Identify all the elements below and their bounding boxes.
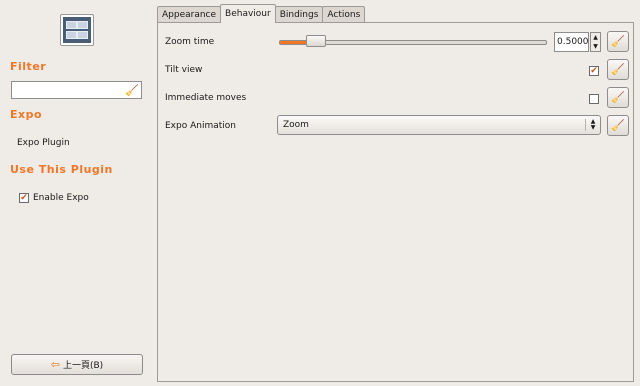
tilt-view-reset-button[interactable]: 🧹 — [607, 59, 629, 80]
immediate-moves-label: Immediate moves — [165, 93, 247, 103]
slider-thumb[interactable] — [305, 35, 326, 47]
filter-input[interactable]: 🧹 — [11, 81, 142, 99]
expo-animation-label: Expo Animation — [165, 121, 236, 131]
expo-plugin-icon — [60, 14, 94, 46]
broom-icon: 🧹 — [611, 119, 625, 132]
tilt-view-checkbox[interactable]: ✔ — [589, 66, 599, 76]
broom-icon: 🧹 — [611, 91, 625, 104]
filter-title: Filter — [10, 60, 47, 73]
tab-actions[interactable]: Actions — [322, 6, 366, 23]
zoom-time-label: Zoom time — [165, 37, 215, 47]
sidebar: Filter 🧹 Expo Expo Plugin Use This Plugi… — [0, 0, 152, 386]
tab-bar: Appearance Behaviour Bindings Actions — [157, 4, 366, 23]
tilt-view-label: Tilt view — [165, 65, 203, 75]
expo-animation-reset-button[interactable]: 🧹 — [607, 115, 629, 136]
expo-animation-select[interactable]: Zoom ▲ ▼ — [277, 115, 601, 135]
enable-plugin-toggle[interactable]: ✔ Enable Expo — [19, 193, 89, 203]
immediate-moves-reset-button[interactable]: 🧹 — [607, 87, 629, 108]
back-button-label: 上一頁(B) — [63, 361, 104, 371]
plugin-section-title: Expo — [10, 108, 43, 121]
clear-filter-icon[interactable]: 🧹 — [125, 84, 139, 97]
enable-plugin-label: Enable Expo — [33, 193, 89, 203]
broom-icon: 🧹 — [611, 35, 625, 48]
spin-up-icon[interactable]: ▲ — [593, 34, 598, 41]
tab-bindings[interactable]: Bindings — [274, 6, 324, 23]
back-button[interactable]: ⇦ 上一頁(B) — [11, 354, 143, 375]
zoom-time-reset-button[interactable]: 🧹 — [607, 31, 629, 52]
spin-down-icon[interactable]: ▼ — [593, 43, 598, 50]
enable-plugin-checkbox[interactable]: ✔ — [19, 193, 29, 203]
plugin-name: Expo Plugin — [17, 138, 70, 148]
tab-appearance[interactable]: Appearance — [157, 6, 222, 23]
left-arrow-icon: ⇦ — [50, 358, 60, 371]
expo-animation-value: Zoom — [283, 120, 309, 130]
tab-behaviour[interactable]: Behaviour — [220, 4, 276, 23]
use-plugin-title: Use This Plugin — [10, 163, 113, 176]
zoom-time-input[interactable]: 0.5000 — [554, 32, 589, 52]
broom-icon: 🧹 — [611, 63, 625, 76]
combo-arrows-icon: ▲ ▼ — [590, 118, 596, 131]
zoom-time-spin-buttons[interactable]: ▲ ▼ — [590, 32, 601, 52]
immediate-moves-checkbox[interactable] — [589, 94, 599, 104]
settings-panel: Zoom time 0.5000 ▲ ▼ 🧹 Tilt view ✔ 🧹 Imm… — [157, 22, 634, 382]
